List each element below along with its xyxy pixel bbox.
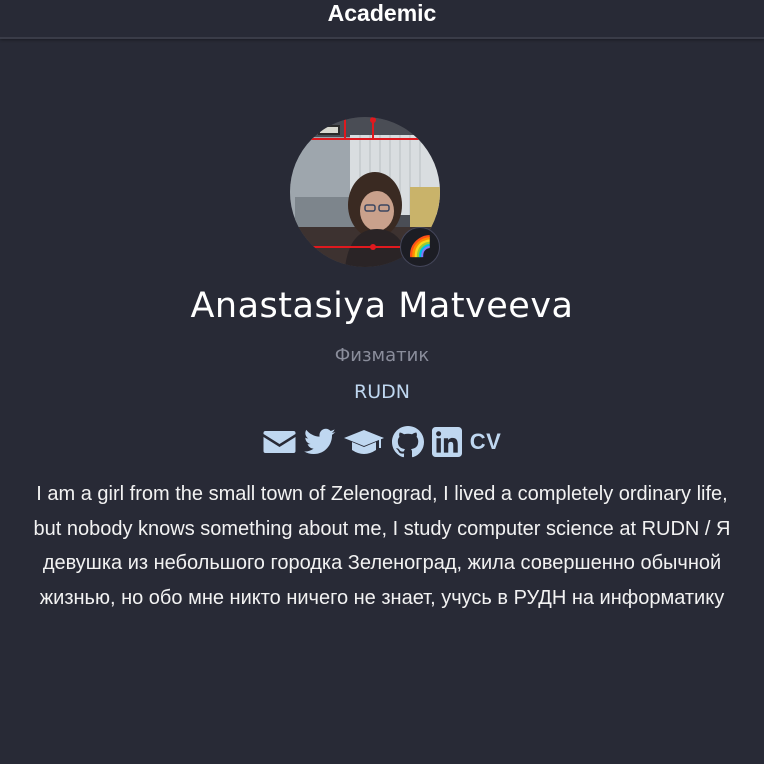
navbar: Academic <box>0 0 764 39</box>
status-emoji-badge: 🌈 <box>400 227 440 267</box>
linkedin-link[interactable] <box>431 425 462 459</box>
linkedin-icon <box>431 427 462 457</box>
avatar-container: 🌈 <box>290 117 440 267</box>
twitter-icon <box>303 428 336 454</box>
social-links: CV <box>0 425 764 459</box>
organization-link[interactable]: RUDN <box>0 381 764 403</box>
envelope-icon <box>263 431 296 453</box>
profile-bio: I am a girl from the small town of Zelen… <box>33 483 731 609</box>
profile-role: Физматик <box>334 345 430 366</box>
cv-icon: CV <box>469 429 502 454</box>
twitter-link[interactable] <box>303 425 336 459</box>
github-icon <box>391 426 424 458</box>
email-link[interactable] <box>263 425 296 459</box>
graduation-cap-icon <box>343 430 384 454</box>
cv-link[interactable]: CV <box>470 425 502 459</box>
github-link[interactable] <box>391 425 424 459</box>
scholar-link[interactable] <box>343 425 384 459</box>
rainbow-icon: 🌈 <box>407 236 433 258</box>
profile-name: Anastasiya Matveeva <box>190 286 574 326</box>
site-brand-link[interactable]: Academic <box>328 0 437 26</box>
